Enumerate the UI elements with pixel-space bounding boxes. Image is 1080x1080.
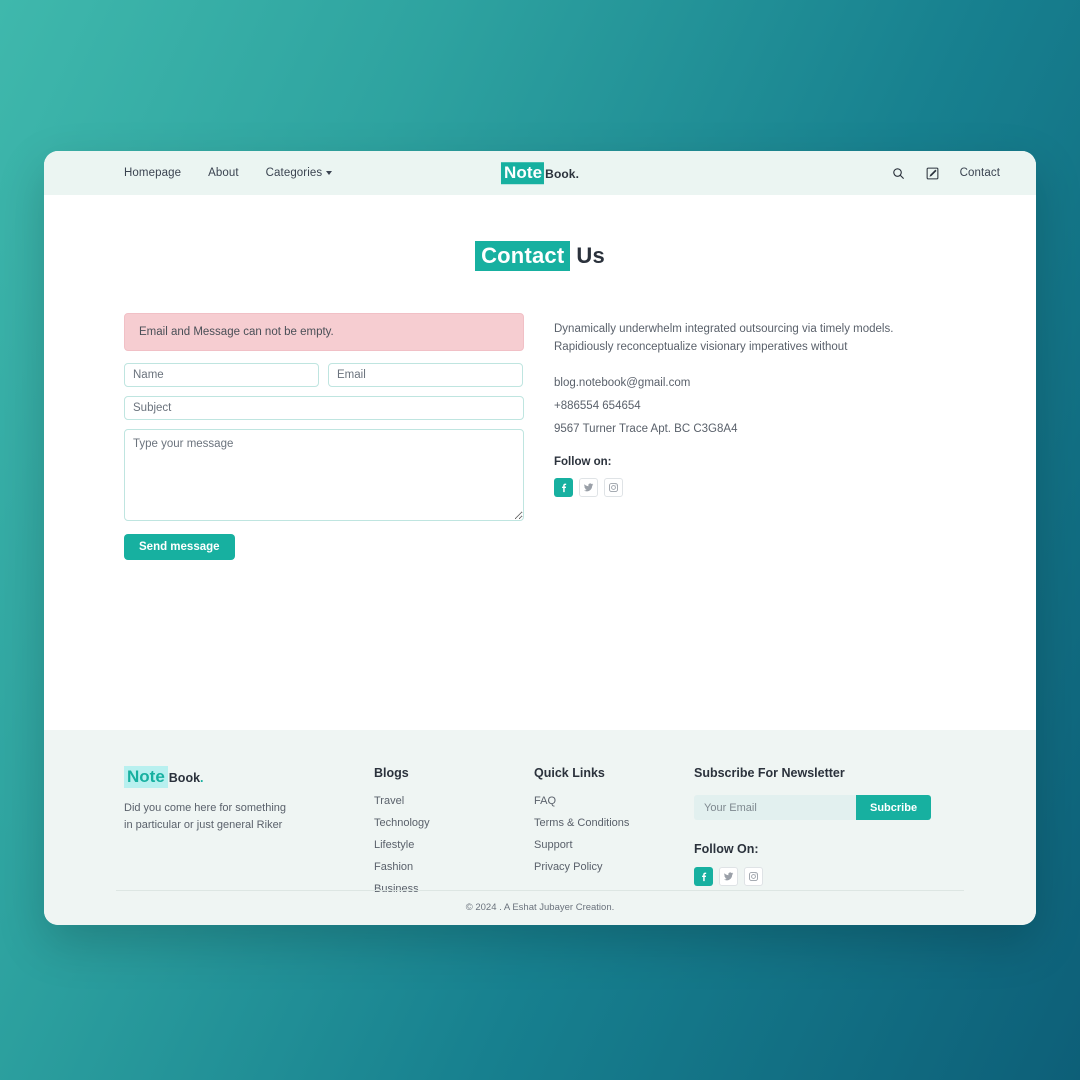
page-title: Contact Us [44, 241, 1036, 271]
chevron-down-icon [326, 170, 333, 175]
footer-link-lifestyle[interactable]: Lifestyle [374, 839, 534, 851]
footer-link-faq[interactable]: FAQ [534, 795, 694, 807]
footer-newsletter: Subscribe For Newsletter Subcribe Follow… [694, 766, 934, 905]
twitter-icon[interactable] [579, 478, 598, 498]
subject-row [124, 396, 524, 420]
footer-social-links [694, 867, 934, 886]
navbar: Homepage About Categories Note Book. Con… [44, 151, 1036, 195]
footer-link-travel[interactable]: Travel [374, 795, 534, 807]
nav-links: Homepage About Categories [44, 167, 333, 179]
newsletter-email-input[interactable] [694, 795, 856, 820]
navbar-logo[interactable]: Note Book. [500, 162, 579, 184]
email-input[interactable] [328, 363, 523, 387]
page-title-highlight: Contact [475, 241, 571, 271]
footer-link-business[interactable]: Business [374, 883, 534, 895]
navbar-logo-rest: Book. [545, 167, 579, 181]
nav-link-about-label: About [208, 167, 239, 179]
footer-brand: Note Book. Did you come here for somethi… [124, 766, 374, 905]
subscribe-button[interactable]: Subcribe [856, 795, 932, 820]
footer: Note Book. Did you come here for somethi… [44, 730, 1036, 925]
footer-logo-dot: . [200, 771, 204, 785]
contact-email: blog.notebook@gmail.com [554, 377, 691, 390]
form-error-alert: Email and Message can not be empty. [124, 313, 524, 351]
footer-blogs-title: Blogs [374, 766, 409, 780]
main-content: Contact Us Email and Message can not be e… [44, 195, 1036, 730]
contact-phone: +886554 654654 [554, 400, 641, 413]
navbar-logo-dot: . [575, 167, 580, 182]
copyright-text: © 2024 . A Eshat Jubayer Creation. [465, 902, 615, 913]
follow-label: Follow on: [554, 456, 612, 469]
contact-description: Dynamically underwhelm integrated outsou… [554, 323, 894, 353]
contact-section: Email and Message can not be empty. Send… [44, 313, 1036, 560]
nav-link-homepage[interactable]: Homepage [124, 167, 181, 179]
footer-brand-description: Did you come here for something in parti… [124, 801, 287, 831]
send-message-button[interactable]: Send message [124, 534, 235, 560]
nav-link-contact-label: Contact [959, 167, 1000, 179]
footer-columns: Note Book. Did you come here for somethi… [124, 766, 956, 905]
page-title-rest: Us [576, 243, 605, 268]
nav-link-categories[interactable]: Categories [266, 167, 333, 179]
footer-link-terms[interactable]: Terms & Conditions [534, 817, 694, 829]
contact-info: Dynamically underwhelm integrated outsou… [554, 313, 956, 560]
footer-link-support[interactable]: Support [534, 839, 694, 851]
footer-column-quick-links: Quick Links FAQ Terms & Conditions Suppo… [534, 766, 694, 905]
navbar-actions: Contact [892, 166, 1000, 180]
footer-follow-label: Follow On: [694, 842, 759, 856]
footer-quicklinks-title: Quick Links [534, 766, 605, 780]
nav-link-categories-label: Categories [265, 167, 323, 179]
navbar-logo-highlight: Note [500, 162, 545, 184]
footer-divider [116, 890, 964, 891]
newsletter-form: Subcribe [694, 795, 932, 820]
contact-form: Email and Message can not be empty. Send… [124, 313, 524, 560]
nav-link-about[interactable]: About [208, 167, 239, 179]
footer-link-privacy[interactable]: Privacy Policy [534, 861, 694, 873]
navbar-logo-rest-text: Book [545, 167, 576, 182]
newsletter-title: Subscribe For Newsletter [694, 766, 845, 780]
footer-link-technology[interactable]: Technology [374, 817, 534, 829]
nav-link-homepage-label: Homepage [124, 167, 182, 179]
footer-logo-rest-text: Book [168, 771, 201, 785]
nav-link-contact[interactable]: Contact [960, 167, 1000, 179]
footer-link-fashion[interactable]: Fashion [374, 861, 534, 873]
search-icon[interactable] [892, 166, 906, 180]
message-textarea[interactable] [124, 429, 524, 521]
facebook-icon[interactable] [694, 867, 713, 886]
contact-address: 9567 Turner Trace Apt. BC C3G8A4 [554, 423, 738, 436]
footer-logo-highlight: Note [124, 766, 168, 788]
edit-icon[interactable] [926, 166, 940, 180]
footer-logo-rest: Book. [169, 771, 204, 785]
footer-logo[interactable]: Note Book. [124, 766, 374, 788]
footer-column-blogs: Blogs Travel Technology Lifestyle Fashio… [374, 766, 534, 905]
social-links [554, 478, 956, 498]
name-email-row [124, 363, 524, 387]
facebook-icon[interactable] [554, 478, 573, 498]
instagram-icon[interactable] [744, 867, 763, 886]
subject-input[interactable] [124, 396, 524, 420]
twitter-icon[interactable] [719, 867, 738, 886]
name-input[interactable] [124, 363, 319, 387]
page-card: Homepage About Categories Note Book. Con… [44, 151, 1036, 925]
instagram-icon[interactable] [604, 478, 623, 498]
